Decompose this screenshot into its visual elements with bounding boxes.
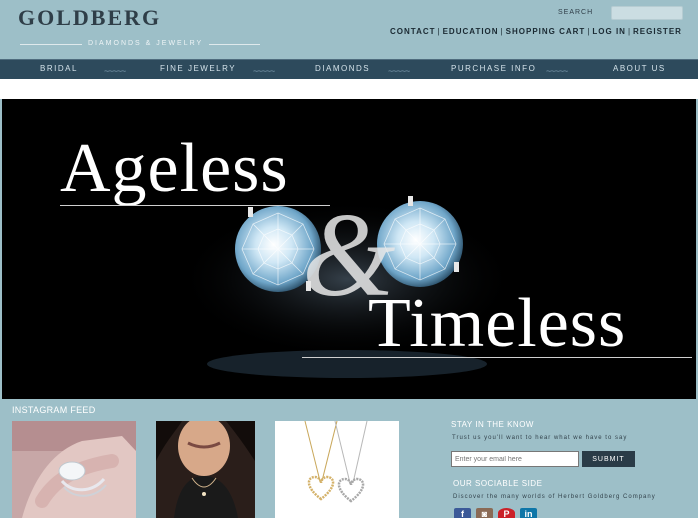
social-title: OUR SOCIABLE SIDE <box>453 479 543 488</box>
hero-headline-1: Ageless <box>60 130 289 207</box>
separator: | <box>627 27 632 36</box>
linkedin-icon[interactable]: in <box>520 508 537 518</box>
nav-divider: ~~~~~ <box>388 66 410 76</box>
nav-item-diamonds[interactable]: DIAMONDS <box>315 64 370 73</box>
pinterest-icon[interactable]: P <box>498 508 515 518</box>
instagram-photo-ring[interactable] <box>12 421 136 518</box>
instagram-feed-title: INSTAGRAM FEED <box>12 405 96 415</box>
nav-item-purchase-info[interactable]: PURCHASE INFO <box>451 64 536 73</box>
logo-tagline: DIAMONDS & JEWELRY <box>82 38 210 49</box>
nav-divider: ~~~~~ <box>253 66 275 76</box>
nav-divider: ~~~~~ <box>104 66 126 76</box>
search-label: SEARCH <box>558 9 594 16</box>
newsletter-text: Trust us you'll want to hear what we hav… <box>452 435 628 441</box>
search-input[interactable] <box>611 6 683 20</box>
contact-link[interactable]: CONTACT <box>390 27 436 36</box>
logo-wordmark: GOLDBERG <box>18 5 162 30</box>
education-link[interactable]: EDUCATION <box>443 27 499 36</box>
nav-item-fine-jewelry[interactable]: FINE JEWELRY <box>160 64 236 73</box>
site-header: GOLDBERG DIAMONDS & JEWELRY SEARCH CONTA… <box>0 0 698 58</box>
register-link[interactable]: REGISTER <box>633 27 682 36</box>
email-field[interactable] <box>451 451 579 467</box>
logo[interactable]: GOLDBERG DIAMONDS & JEWELRY <box>18 5 260 49</box>
instagram-photo-necklace-selfie[interactable] <box>156 421 255 518</box>
instagram-icon[interactable]: ◙ <box>476 508 493 518</box>
instagram-photo-heart-necklaces[interactable] <box>275 421 399 518</box>
nav-divider: ~~~~~ <box>546 66 568 76</box>
main-nav: BRIDAL ~~~~~ FINE JEWELRY ~~~~~ DIAMONDS… <box>0 59 698 79</box>
nav-item-about-us[interactable]: ABOUT US <box>613 64 666 73</box>
social-text: Discover the many worlds of Herbert Gold… <box>453 494 656 500</box>
spacer-strip <box>0 79 698 99</box>
top-links: CONTACT | EDUCATION | SHOPPING CART | LOG IN | R… <box>390 27 682 36</box>
necklace-selfie-image <box>156 421 255 518</box>
facebook-icon[interactable]: f <box>454 508 471 518</box>
hero-rule-2 <box>302 357 692 358</box>
hero-banner[interactable]: Ageless & Timeless <box>2 99 696 399</box>
submit-button[interactable]: SUBMIT <box>582 451 635 467</box>
nav-item-bridal[interactable]: BRIDAL <box>40 64 78 73</box>
separator: | <box>437 27 441 36</box>
newsletter-title: STAY IN THE KNOW <box>451 420 534 429</box>
ring-hand-image <box>12 421 136 518</box>
heart-necklaces-image <box>275 421 399 518</box>
separator: | <box>500 27 504 36</box>
shopping-cart-link[interactable]: SHOPPING CART <box>506 27 586 36</box>
hero-headline-2: Timeless <box>368 285 627 362</box>
log-in-link[interactable]: LOG IN <box>592 27 626 36</box>
